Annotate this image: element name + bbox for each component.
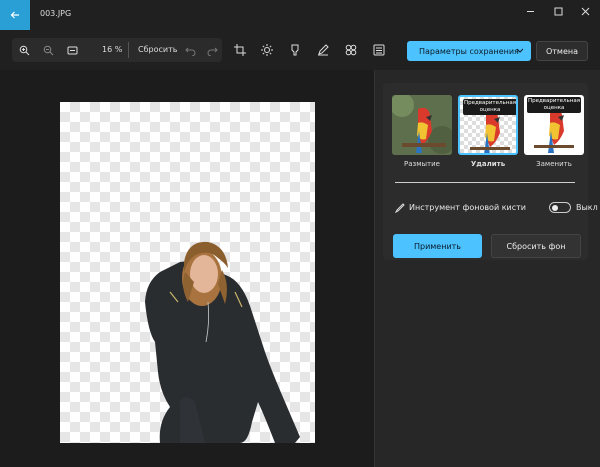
- fit-to-window-icon[interactable]: [64, 42, 80, 58]
- blur-option[interactable]: [392, 95, 452, 155]
- background-panel: Размытие Предварительная оценка Удалить: [374, 70, 600, 467]
- zoom-level: 16 %: [102, 45, 123, 54]
- minimize-icon: [526, 10, 534, 12]
- zoom-in-icon[interactable]: [16, 42, 32, 58]
- option-label-replace: Заменить: [536, 160, 572, 168]
- preview-badge: Предварительная оценка: [527, 97, 581, 113]
- edited-photo[interactable]: [60, 102, 315, 443]
- pen-icon[interactable]: [315, 42, 331, 58]
- maximize-button[interactable]: [543, 0, 573, 22]
- background-brush-row: Инструмент фоновой кисти Выкл: [395, 200, 598, 216]
- brightness-icon[interactable]: [259, 42, 275, 58]
- brush-icon: [395, 203, 405, 213]
- option-label-remove: Удалить: [470, 160, 506, 168]
- close-icon: [581, 7, 589, 15]
- brush-toggle[interactable]: [549, 202, 571, 213]
- chevron-down-icon: [516, 48, 524, 53]
- window-title: 003.JPG: [40, 9, 72, 18]
- apply-button[interactable]: Применить: [393, 234, 482, 258]
- redo-icon[interactable]: [204, 42, 220, 58]
- replace-option[interactable]: Предварительная оценка: [524, 95, 584, 155]
- toggle-state: Выкл: [576, 203, 598, 212]
- title-bar: 003.JPG: [0, 0, 600, 30]
- brush-tool-label: Инструмент фоновой кисти: [409, 203, 526, 212]
- cancel-button[interactable]: Отмена: [536, 41, 588, 61]
- minimize-button[interactable]: [515, 0, 545, 22]
- arrow-left-icon: [10, 11, 19, 19]
- divider: [128, 42, 129, 58]
- canvas-area: [0, 70, 374, 467]
- save-options-button[interactable]: Параметры сохранения: [407, 41, 531, 61]
- crop-icon[interactable]: [232, 42, 248, 58]
- parrot-thumbnail: [392, 95, 452, 155]
- preview-badge: Предварительная оценка: [463, 99, 517, 115]
- filter-icon[interactable]: [343, 42, 359, 58]
- reset-button[interactable]: Сбросить: [138, 45, 177, 54]
- option-label-blur: Размытие: [404, 160, 440, 168]
- divider: [395, 182, 575, 183]
- remove-option[interactable]: Предварительная оценка: [458, 95, 518, 155]
- person-cutout: [145, 241, 300, 443]
- zoom-group: 16 % Сбросить: [12, 38, 222, 62]
- background-icon[interactable]: [371, 42, 387, 58]
- toggle-knob: [552, 204, 558, 211]
- back-button[interactable]: [0, 0, 30, 30]
- save-options-label: Параметры сохранения: [419, 46, 519, 56]
- zoom-out-icon[interactable]: [40, 42, 56, 58]
- markup-icon[interactable]: [287, 42, 303, 58]
- maximize-icon: [554, 7, 562, 15]
- reset-background-button[interactable]: Сбросить фон: [491, 234, 581, 258]
- close-window-button[interactable]: [570, 0, 600, 22]
- undo-icon[interactable]: [182, 42, 198, 58]
